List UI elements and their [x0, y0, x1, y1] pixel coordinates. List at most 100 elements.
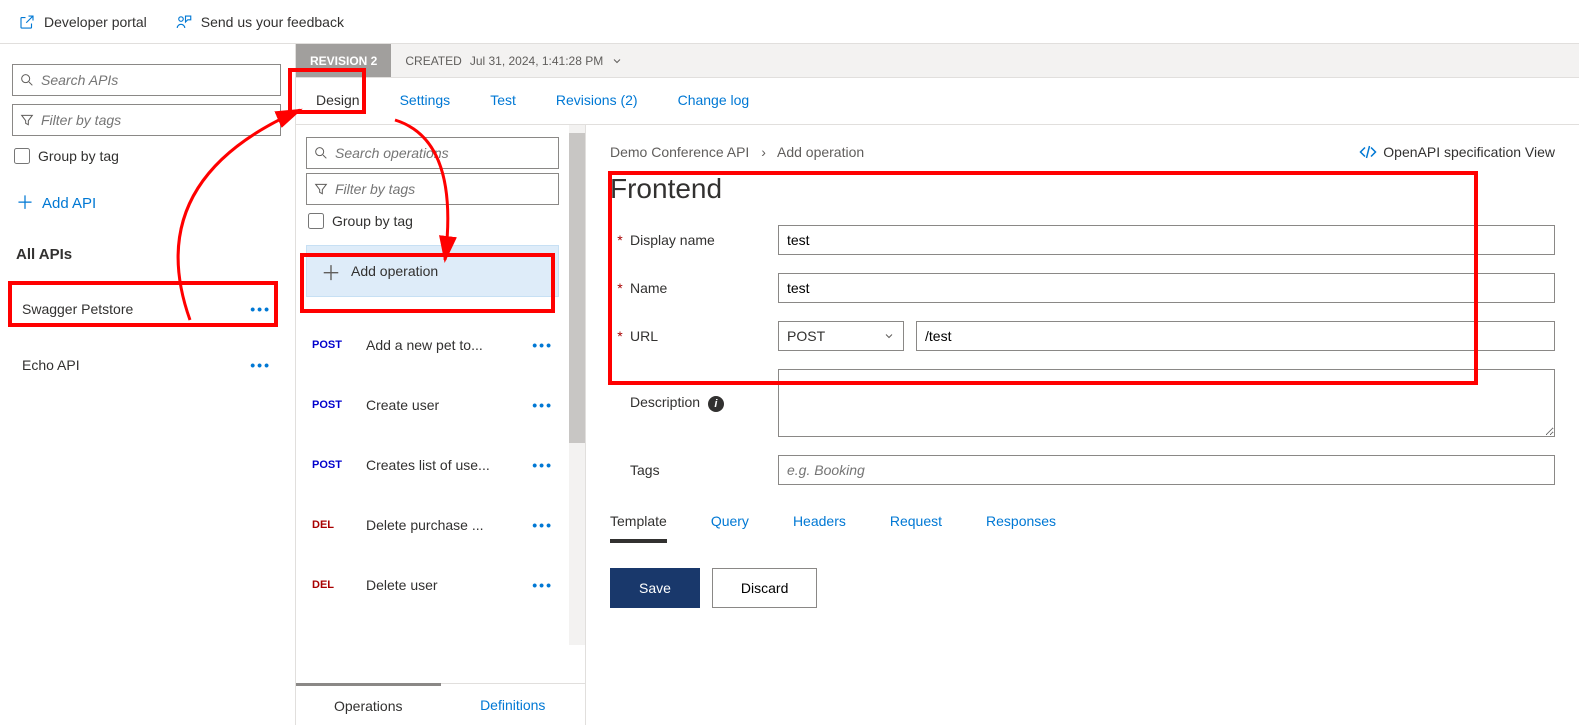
- breadcrumb: Demo Conference API › Add operation: [610, 144, 864, 160]
- add-operation-button[interactable]: ＋ Add operation: [306, 245, 559, 297]
- tab-design[interactable]: Design: [316, 92, 360, 114]
- row-name: * Name: [610, 273, 1555, 303]
- created-value: Jul 31, 2024, 1:41:28 PM: [470, 54, 603, 68]
- group-by-tag-checkbox[interactable]: [14, 148, 30, 164]
- bottom-tab-definitions[interactable]: Definitions: [441, 684, 586, 725]
- plus-icon: ＋: [16, 194, 34, 212]
- breadcrumb-op: Add operation: [777, 144, 864, 160]
- api-item-menu-icon[interactable]: •••: [250, 301, 271, 317]
- feedback-label: Send us your feedback: [201, 14, 344, 30]
- name-input[interactable]: [778, 273, 1555, 303]
- search-icon: [19, 72, 35, 88]
- operation-label: Delete purchase ...: [366, 517, 520, 533]
- code-icon: [1359, 143, 1377, 161]
- description-textarea[interactable]: [778, 369, 1555, 437]
- ops-group-by-tag-row[interactable]: Group by tag: [306, 209, 559, 233]
- url-method-select[interactable]: POST: [778, 321, 904, 351]
- filter-operations-input[interactable]: [329, 181, 552, 197]
- api-item-echo-api[interactable]: Echo API •••: [12, 341, 281, 389]
- search-operations-input-wrap[interactable]: [306, 137, 559, 169]
- row-tags: Tags: [610, 455, 1555, 485]
- operation-label: Create user: [366, 397, 520, 413]
- save-button[interactable]: Save: [610, 568, 700, 608]
- row-url: * URL POST: [610, 321, 1555, 351]
- tab-revisions[interactable]: Revisions (2): [556, 92, 638, 114]
- chevron-down-icon: [883, 330, 895, 342]
- operation-row[interactable]: DELDelete user•••: [306, 555, 559, 615]
- operation-row[interactable]: POST Create user •••: [306, 375, 559, 435]
- revision-bar: REVISION 2 CREATED Jul 31, 2024, 1:41:28…: [296, 44, 1579, 78]
- filter-icon: [19, 112, 35, 128]
- subtab-request[interactable]: Request: [890, 513, 942, 543]
- operation-menu-icon[interactable]: •••: [532, 397, 553, 413]
- group-by-tag-label: Group by tag: [38, 148, 119, 164]
- subtab-template[interactable]: Template: [610, 513, 667, 543]
- operation-label: Delete user: [366, 577, 520, 593]
- operation-menu-icon[interactable]: •••: [532, 457, 553, 473]
- http-method-badge: POST: [312, 399, 354, 411]
- subtab-responses[interactable]: Responses: [986, 513, 1056, 543]
- filter-apis-input[interactable]: [35, 112, 274, 128]
- created-label: CREATED: [405, 54, 461, 68]
- tab-settings[interactable]: Settings: [400, 92, 451, 114]
- search-operations-input[interactable]: [329, 145, 552, 161]
- row-description: Description i: [610, 369, 1555, 437]
- revision-badge: REVISION 2: [296, 44, 391, 77]
- add-api-button[interactable]: ＋ Add API: [12, 176, 281, 230]
- tab-changelog[interactable]: Change log: [678, 92, 750, 114]
- search-icon: [313, 145, 329, 161]
- operation-label: Creates list of use...: [366, 457, 520, 473]
- operation-row[interactable]: DELDelete purchase ...•••: [306, 495, 559, 555]
- required-marker: *: [610, 280, 630, 296]
- all-apis-heading: All APIs: [12, 238, 281, 277]
- display-name-label: Display name: [630, 232, 778, 248]
- content-area: REVISION 2 CREATED Jul 31, 2024, 1:41:28…: [296, 44, 1579, 725]
- group-by-tag-checkbox-row[interactable]: Group by tag: [12, 144, 281, 168]
- url-method-value: POST: [787, 328, 825, 344]
- operation-menu-icon[interactable]: •••: [532, 337, 553, 353]
- discard-button[interactable]: Discard: [712, 568, 817, 608]
- subtab-query[interactable]: Query: [711, 513, 749, 543]
- tags-label: Tags: [630, 462, 778, 478]
- add-operation-label: Add operation: [351, 263, 438, 279]
- feedback-link[interactable]: Send us your feedback: [175, 13, 344, 31]
- subtab-headers[interactable]: Headers: [793, 513, 846, 543]
- search-apis-input[interactable]: [35, 72, 274, 88]
- row-display-name: * Display name: [610, 225, 1555, 255]
- display-name-input[interactable]: [778, 225, 1555, 255]
- operations-bottom-tabs: Operations Definitions: [296, 683, 585, 725]
- revision-created[interactable]: CREATED Jul 31, 2024, 1:41:28 PM: [391, 44, 637, 77]
- url-label: URL: [630, 328, 778, 344]
- scrollbar[interactable]: [569, 125, 585, 645]
- operation-detail: Demo Conference API › Add operation Open…: [586, 125, 1579, 725]
- frontend-subtabs: Template Query Headers Request Responses: [610, 513, 1555, 544]
- tags-input[interactable]: [778, 455, 1555, 485]
- operation-menu-icon[interactable]: •••: [532, 577, 553, 593]
- filter-operations-input-wrap[interactable]: [306, 173, 559, 205]
- openapi-view-link[interactable]: OpenAPI specification View: [1359, 143, 1555, 161]
- api-item-swagger-petstore[interactable]: Swagger Petstore •••: [12, 285, 281, 333]
- operation-row[interactable]: POSTCreates list of use...•••: [306, 435, 559, 495]
- api-item-menu-icon[interactable]: •••: [250, 357, 271, 373]
- tab-test[interactable]: Test: [490, 92, 516, 114]
- http-method-badge: POST: [312, 339, 354, 351]
- operation-row[interactable]: POSTAdd a new pet to...•••: [306, 315, 559, 375]
- developer-portal-link[interactable]: Developer portal: [18, 13, 147, 31]
- ops-group-by-tag-checkbox[interactable]: [308, 213, 324, 229]
- operations-column: Group by tag ＋ Add operation POSTAdd a n…: [296, 125, 586, 725]
- search-apis-input-wrap[interactable]: [12, 64, 281, 96]
- name-label: Name: [630, 280, 778, 296]
- required-marker: *: [610, 328, 630, 344]
- bottom-tab-operations[interactable]: Operations: [296, 683, 441, 725]
- scrollbar-thumb[interactable]: [569, 133, 585, 443]
- action-buttons: Save Discard: [610, 568, 1555, 608]
- filter-icon: [313, 181, 329, 197]
- operation-menu-icon[interactable]: •••: [532, 517, 553, 533]
- info-icon[interactable]: i: [708, 396, 724, 412]
- plus-icon: ＋: [321, 257, 341, 286]
- ops-group-by-tag-label: Group by tag: [332, 213, 413, 229]
- frontend-heading: Frontend: [610, 173, 1555, 205]
- filter-apis-input-wrap[interactable]: [12, 104, 281, 136]
- chevron-down-icon: [611, 55, 623, 67]
- url-path-input[interactable]: [916, 321, 1555, 351]
